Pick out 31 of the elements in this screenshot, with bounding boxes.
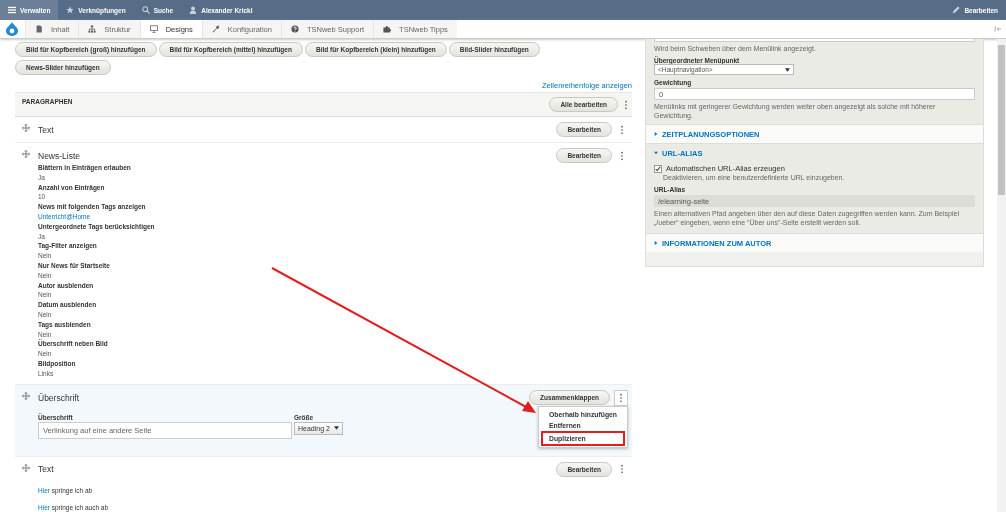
caret-icon xyxy=(785,67,790,72)
paragraph-title: Text xyxy=(38,124,54,135)
help-icon xyxy=(290,25,299,33)
drag-handle-icon[interactable] xyxy=(22,391,30,400)
star-icon xyxy=(66,6,75,14)
paragraph-title: Überschrift xyxy=(38,392,80,403)
more-options-icon xyxy=(620,124,624,135)
document-icon xyxy=(35,25,43,33)
more-options-icon[interactable] xyxy=(624,99,628,110)
checkbox[interactable] xyxy=(654,164,662,173)
scrollbar[interactable] xyxy=(997,39,1006,512)
pencil-icon xyxy=(952,6,961,14)
monitor-icon xyxy=(149,25,158,33)
paragraph-title: News-Liste xyxy=(38,150,81,161)
drop-logo-icon xyxy=(6,22,18,36)
puzzle-icon xyxy=(383,25,392,33)
search-icon xyxy=(141,6,150,14)
collapse-toolbar-icon[interactable] xyxy=(994,25,1002,33)
more-options-button[interactable] xyxy=(614,389,628,406)
more-options-icon xyxy=(620,150,624,161)
caret-icon xyxy=(333,426,339,431)
drag-handle-icon[interactable] xyxy=(22,463,30,472)
menu-icon xyxy=(8,6,16,14)
more-options-icon xyxy=(619,392,623,403)
user-icon xyxy=(189,6,198,14)
paragraph-title: Text xyxy=(38,464,54,475)
more-options-icon xyxy=(620,464,624,475)
drag-handle-icon[interactable] xyxy=(22,150,30,158)
wrench-icon xyxy=(211,25,220,33)
hierarchy-icon xyxy=(88,25,97,33)
drag-handle-icon[interactable] xyxy=(22,124,30,132)
